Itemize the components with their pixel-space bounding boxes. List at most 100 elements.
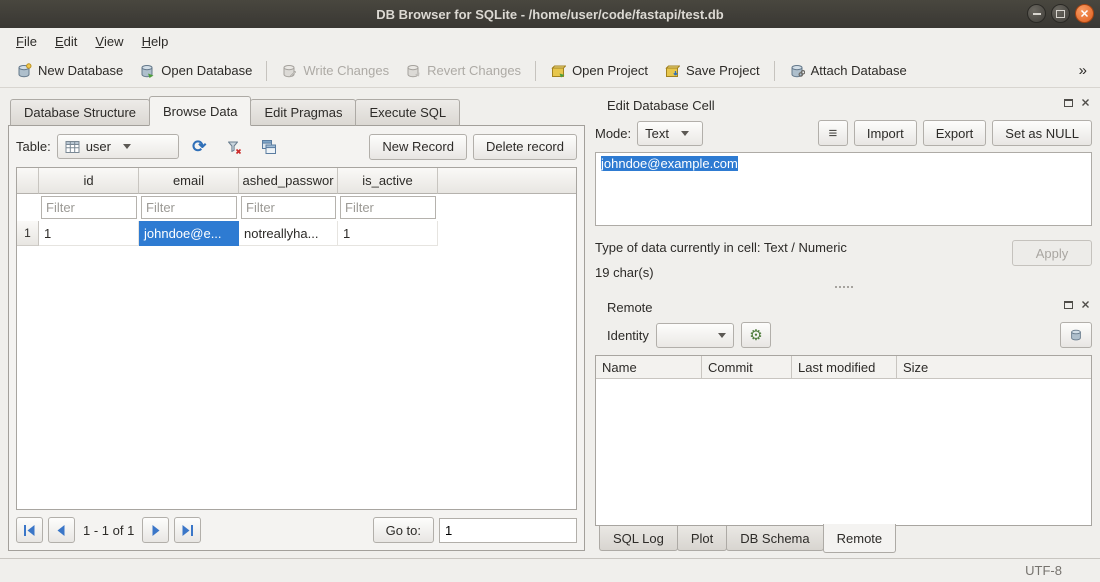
remote-column-name[interactable]: Name xyxy=(596,356,702,378)
open-database-label: Open Database xyxy=(161,63,252,78)
tab-plot[interactable]: Plot xyxy=(677,526,727,551)
cell-id[interactable]: 1 xyxy=(39,221,139,246)
tab-remote[interactable]: Remote xyxy=(823,524,897,553)
open-project-button[interactable]: Open Project xyxy=(542,58,656,84)
filter-input-hashed-password[interactable] xyxy=(241,196,336,219)
tab-db-schema[interactable]: DB Schema xyxy=(726,526,823,551)
edit-cell-float-button[interactable] xyxy=(1062,96,1075,109)
record-range-label: 1 - 1 of 1 xyxy=(83,523,134,538)
dock-splitter-handle[interactable] xyxy=(595,280,1092,294)
attach-database-icon xyxy=(789,63,805,79)
filter-input-is-active[interactable] xyxy=(340,196,436,219)
main-tabbar: Database Structure Browse Data Edit Prag… xyxy=(8,96,585,126)
open-database-button[interactable]: Open Database xyxy=(131,58,260,84)
data-grid: id email ashed_passwor is_active xyxy=(16,167,577,510)
write-changes-icon xyxy=(281,63,297,79)
float-icon xyxy=(1064,301,1073,309)
cell-info-texts: Type of data currently in cell: Text / N… xyxy=(595,240,847,280)
maximize-button[interactable] xyxy=(1051,4,1070,23)
column-header-id[interactable]: id xyxy=(39,168,139,194)
goto-button[interactable]: Go to: xyxy=(373,517,434,543)
edit-cell-title: Edit Database Cell xyxy=(607,98,715,113)
menu-view[interactable]: View xyxy=(86,28,132,54)
delete-record-button[interactable]: Delete record xyxy=(473,134,577,160)
menu-edit[interactable]: Edit xyxy=(46,28,86,54)
filter-input-email[interactable] xyxy=(141,196,237,219)
tab-database-structure[interactable]: Database Structure xyxy=(10,99,150,126)
next-page-icon xyxy=(149,524,162,537)
new-database-label: New Database xyxy=(38,63,123,78)
mode-label: Mode: xyxy=(595,126,631,141)
identity-settings-button[interactable]: ⚙ xyxy=(741,322,771,348)
last-page-button[interactable] xyxy=(174,517,201,543)
cell-hashed-password[interactable]: notreallyha... xyxy=(239,221,338,246)
remote-list-header: Name Commit Last modified Size xyxy=(596,356,1091,379)
minimize-button[interactable] xyxy=(1027,4,1046,23)
write-changes-button: Write Changes xyxy=(273,58,397,84)
cell-is-active[interactable]: 1 xyxy=(338,221,438,246)
prev-page-button[interactable] xyxy=(48,517,75,543)
chevron-down-icon xyxy=(681,131,689,136)
close-button[interactable] xyxy=(1075,4,1094,23)
edit-cell-dock-icons xyxy=(1062,96,1092,109)
table-combobox[interactable]: user xyxy=(57,134,179,159)
cell-editor[interactable]: johndoe@example.com xyxy=(595,152,1092,226)
save-view-button[interactable] xyxy=(255,133,284,160)
titlebar: DB Browser for SQLite - /home/user/code/… xyxy=(0,0,1100,28)
tab-edit-pragmas[interactable]: Edit Pragmas xyxy=(250,99,356,126)
remote-float-button[interactable] xyxy=(1062,298,1075,311)
identity-combobox[interactable] xyxy=(656,323,734,348)
clone-database-button[interactable] xyxy=(1060,322,1092,348)
apply-button: Apply xyxy=(1012,240,1092,266)
mode-combobox[interactable]: Text xyxy=(637,121,703,146)
menu-help[interactable]: Help xyxy=(133,28,178,54)
prev-page-icon xyxy=(55,524,68,537)
menu-file[interactable]: File xyxy=(7,28,46,54)
column-header-is-active[interactable]: is_active xyxy=(338,168,438,194)
filter-corner xyxy=(17,194,39,221)
browse-data-panel: Table: user ⟳ New Record Dele xyxy=(8,125,585,551)
refresh-button[interactable]: ⟳ xyxy=(185,133,214,160)
last-page-icon xyxy=(181,524,194,537)
import-button[interactable]: Import xyxy=(854,120,917,146)
new-database-button[interactable]: New Database xyxy=(8,58,131,84)
chevron-down-icon xyxy=(718,333,726,338)
grid-filter-row xyxy=(17,194,576,221)
remote-column-last-modified[interactable]: Last modified xyxy=(792,356,897,378)
statusbar: UTF-8 xyxy=(0,558,1100,582)
export-button[interactable]: Export xyxy=(923,120,987,146)
word-wrap-button[interactable]: ≡ xyxy=(818,120,848,146)
minimize-icon xyxy=(1033,13,1041,15)
open-database-icon xyxy=(139,63,155,79)
grid-empty-area xyxy=(17,246,576,509)
tab-browse-data[interactable]: Browse Data xyxy=(149,96,251,126)
tab-sql-log[interactable]: SQL Log xyxy=(599,526,678,551)
clear-filters-button[interactable] xyxy=(220,133,249,160)
column-header-email[interactable]: email xyxy=(139,168,239,194)
refresh-icon: ⟳ xyxy=(192,138,206,155)
tab-execute-sql[interactable]: Execute SQL xyxy=(355,99,460,126)
attach-database-button[interactable]: Attach Database xyxy=(781,58,915,84)
first-page-button[interactable] xyxy=(16,517,43,543)
toolbar-overflow-button[interactable]: » xyxy=(1074,62,1092,79)
remote-close-button[interactable] xyxy=(1079,298,1092,311)
column-header-hashed-password[interactable]: ashed_passwor xyxy=(239,168,338,194)
goto-input[interactable] xyxy=(439,518,577,543)
remote-column-size[interactable]: Size xyxy=(897,356,1091,378)
word-wrap-icon: ≡ xyxy=(828,126,837,141)
grid-header-row: id email ashed_passwor is_active xyxy=(17,168,576,194)
toolbar: New Database Open Database Write Changes… xyxy=(0,54,1100,88)
edit-cell-close-button[interactable] xyxy=(1079,96,1092,109)
new-record-button[interactable]: New Record xyxy=(369,134,467,160)
save-project-button[interactable]: Save Project xyxy=(656,58,768,84)
set-null-button[interactable]: Set as NULL xyxy=(992,120,1092,146)
dock-tabbar: SQL Log Plot DB Schema Remote xyxy=(595,526,1092,554)
next-page-button[interactable] xyxy=(142,517,169,543)
row-header[interactable]: 1 xyxy=(17,221,39,246)
table-controls-row: Table: user ⟳ New Record Dele xyxy=(16,133,577,160)
cell-email-selected[interactable]: johndoe@e... xyxy=(139,221,239,246)
cell-editor-content: johndoe@example.com xyxy=(601,156,738,171)
filter-input-id[interactable] xyxy=(41,196,137,219)
remote-dock-icons xyxy=(1062,298,1092,311)
remote-column-commit[interactable]: Commit xyxy=(702,356,792,378)
